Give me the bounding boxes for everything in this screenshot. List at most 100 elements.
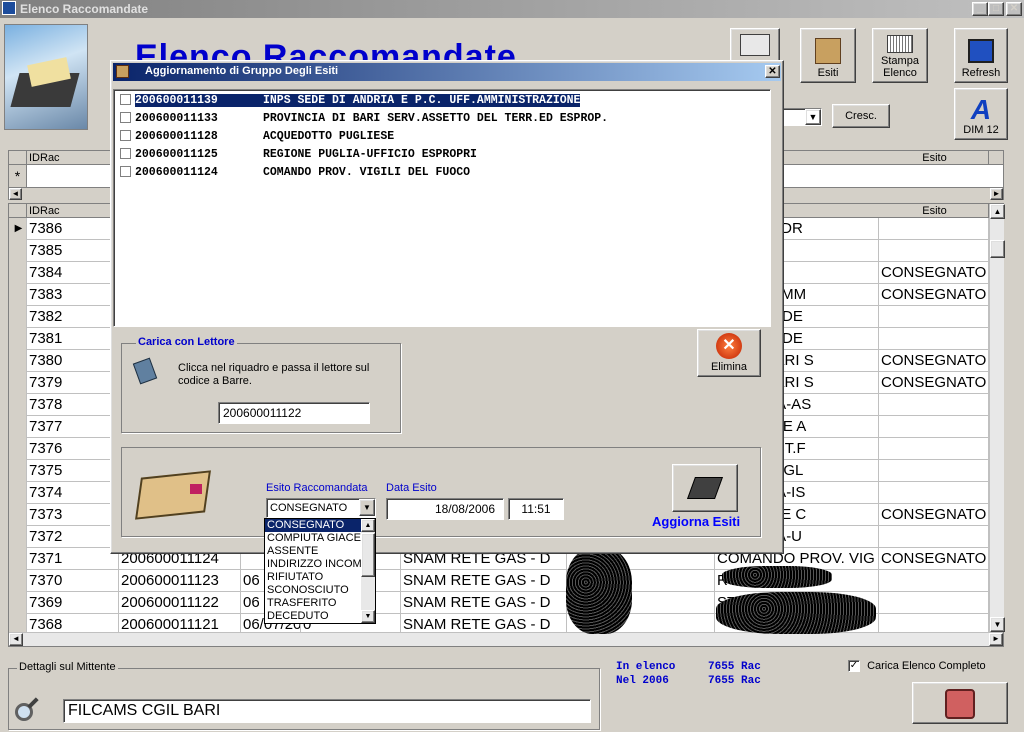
new-row-marker: * <box>9 165 27 187</box>
main-grid-hscroll[interactable]: ◄ ► <box>9 632 1003 646</box>
scroll-thumb[interactable] <box>990 240 1005 258</box>
checklist-item[interactable]: 200600011128 ACQUEDOTTO PUGLIESE <box>120 128 394 146</box>
refresh-button[interactable]: Refresh <box>954 28 1008 83</box>
table-cell-esito <box>879 394 989 416</box>
scroll-down-icon[interactable]: ▼ <box>990 617 1005 632</box>
close-button[interactable]: ✕ <box>1006 2 1022 16</box>
esito-dropdown-list[interactable]: CONSEGNATOCOMPIUTA GIACENZAASSENTEINDIRI… <box>264 518 376 624</box>
scroll-right-icon[interactable]: ► <box>990 188 1003 200</box>
main-grid-vscroll[interactable]: ▲ ▼ <box>989 204 1005 632</box>
scroll-down-icon[interactable]: ▼ <box>361 610 375 623</box>
table-cell-id: 7374 <box>27 482 119 504</box>
exit-button[interactable] <box>912 682 1008 724</box>
printer-icon <box>740 34 770 56</box>
dropdown-arrow-icon[interactable]: ▼ <box>359 499 375 516</box>
row-indicator <box>9 306 27 328</box>
col-idrac: IDRac <box>27 204 117 218</box>
cresc-button[interactable]: Cresc. <box>832 104 890 128</box>
scroll-thumb[interactable] <box>361 533 375 577</box>
table-cell-esito <box>879 438 989 460</box>
nel-value: 7655 Rac <box>708 675 761 687</box>
dropdown-option[interactable]: RIFIUTATO <box>265 571 361 584</box>
table-cell-id: 7369 <box>27 592 119 614</box>
minimize-button[interactable]: _ <box>972 2 988 16</box>
exit-door-icon <box>945 689 975 719</box>
table-cell-esito: CONSEGNATO <box>879 350 989 372</box>
checklist-item[interactable]: 200600011139 INPS SEDE DI ANDRIA E P.C. U… <box>120 92 582 110</box>
esito-select[interactable]: CONSEGNATO ▼ <box>266 498 376 518</box>
parcel-icon <box>135 462 228 520</box>
scroll-left-icon[interactable]: ◄ <box>9 188 22 200</box>
carica-completo-label: Carica Elenco Completo <box>867 660 986 672</box>
dim-label: DIM 12 <box>963 124 999 136</box>
esiti-button[interactable]: Esiti <box>800 28 856 83</box>
carica-text: Clicca nel riquadro e passa il lettore s… <box>178 362 370 387</box>
table-cell-id: 7381 <box>27 328 119 350</box>
dropdown-vscroll[interactable]: ▲ ▼ <box>361 519 375 623</box>
table-cell-esito <box>879 482 989 504</box>
checkbox-checked-icon[interactable]: ✓ <box>848 660 860 673</box>
aggiorna-icon-button[interactable] <box>672 464 738 512</box>
scroll-right-icon[interactable]: ► <box>989 633 1003 646</box>
item-code: 200600011128 <box>135 130 218 143</box>
mittente-field[interactable]: FILCAMS CGIL BARI <box>63 699 591 723</box>
row-indicator <box>9 460 27 482</box>
carica-title: Carica con Lettore <box>136 336 237 348</box>
carica-completo-option[interactable]: ✓ Carica Elenco Completo <box>848 660 986 673</box>
stats-block: In elenco 7655 Rac Nel 2006 7655 Rac <box>616 660 761 688</box>
esito-value: CONSEGNATO <box>270 502 348 514</box>
time-input[interactable]: 11:51 <box>508 498 564 520</box>
table-cell-id: 7375 <box>27 460 119 482</box>
table-cell-id: 7384 <box>27 262 119 284</box>
checkbox-icon[interactable] <box>120 148 131 160</box>
table-cell-id: 7385 <box>27 240 119 262</box>
barcode-input[interactable]: 200600011122 <box>218 402 370 424</box>
dropdown-option[interactable]: SCONOSCIUTO <box>265 584 361 597</box>
sort-combo[interactable]: ▼ <box>780 108 822 126</box>
elimina-button[interactable]: ✕ Elimina <box>697 329 761 377</box>
floppy-disk-icon <box>686 477 724 499</box>
dialog-title-bar: Aggiornamento di Gruppo Degli Esiti ✕ <box>113 63 781 81</box>
checklist-item[interactable]: 200600011124 COMANDO PROV. VIGILI DEL FUO… <box>120 164 470 182</box>
table-cell-esito: CONSEGNATO <box>879 262 989 284</box>
stampa-elenco-button[interactable]: Stampa Elenco <box>872 28 928 83</box>
checklist-item[interactable]: 200600011125 REGIONE PUGLIA-UFFICIO ESPRO… <box>120 146 477 164</box>
checkbox-icon[interactable] <box>120 130 131 142</box>
row-indicator <box>9 240 27 262</box>
mittente-label: Dettagli sul Mittente <box>17 661 118 673</box>
checkbox-icon[interactable] <box>120 112 131 124</box>
data-input[interactable]: 18/08/2006 <box>386 498 504 520</box>
dropdown-option[interactable]: TRASFERITO <box>265 597 361 610</box>
checklist-item[interactable]: 200600011133 PROVINCIA DI BARI SERV.ASSET… <box>120 110 608 128</box>
table-row[interactable]: 737020060001112306SNAM RETE GAS - DR <box>9 570 989 592</box>
dialog-close-button[interactable]: ✕ <box>765 65 780 78</box>
data-label: Data Esito <box>386 482 437 494</box>
aggiorna-label[interactable]: Aggiorna Esiti <box>652 514 740 529</box>
table-cell-esito <box>879 416 989 438</box>
scroll-left-icon[interactable]: ◄ <box>9 633 23 646</box>
table-cell-id: 7372 <box>27 526 119 548</box>
scroll-up-icon[interactable]: ▲ <box>990 204 1005 219</box>
maximize-button[interactable]: □ <box>988 2 1004 16</box>
table-cell-esito <box>879 526 989 548</box>
row-indicator <box>9 526 27 548</box>
table-cell-code: 200600011122 <box>119 592 241 614</box>
item-name: INPS SEDE DI ANDRIA E P.C. UFF.AMMINISTR… <box>263 94 581 107</box>
checkbox-icon[interactable] <box>120 94 131 106</box>
dropdown-option[interactable]: DECEDUTO <box>265 610 361 623</box>
table-cell-esito <box>879 328 989 350</box>
main-title-bar: Elenco Raccomandate _ □ ✕ <box>0 0 1024 18</box>
esito-label: Esito Raccomandata <box>266 482 368 494</box>
dropdown-option[interactable]: COMPIUTA GIACENZA <box>265 532 361 545</box>
nel-label: Nel 2006 <box>616 675 669 687</box>
dropdown-option[interactable]: ASSENTE <box>265 545 361 558</box>
checkbox-icon[interactable] <box>120 166 131 178</box>
dim-button[interactable]: A DIM 12 <box>954 88 1008 140</box>
raccomandate-checklist[interactable]: 200600011139 INPS SEDE DI ANDRIA E P.C. U… <box>113 89 771 327</box>
row-indicator <box>9 416 27 438</box>
scroll-up-icon[interactable]: ▲ <box>361 519 375 532</box>
row-indicator <box>9 438 27 460</box>
dropdown-option[interactable]: CONSEGNATO <box>265 519 361 532</box>
dropdown-arrow-icon[interactable]: ▼ <box>805 109 821 125</box>
dropdown-option[interactable]: INDIRIZZO INCOMPLETO <box>265 558 361 571</box>
